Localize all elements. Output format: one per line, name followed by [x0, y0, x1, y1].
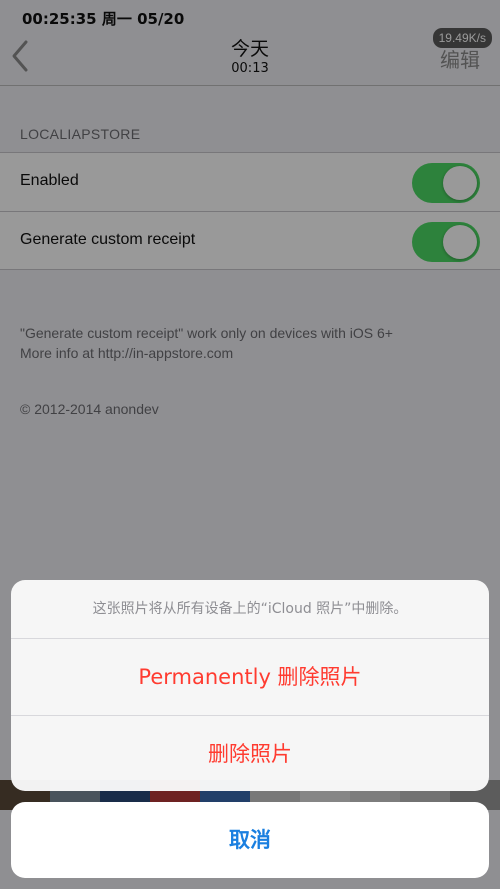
action-sheet: 这张照片将从所有设备上的“iCloud 照片”中删除。 Permanently …	[11, 580, 489, 791]
action-sheet-message: 这张照片将从所有设备上的“iCloud 照片”中删除。	[11, 580, 489, 639]
delete-photo-button[interactable]: 删除照片	[11, 715, 489, 791]
permanently-delete-photo-button[interactable]: Permanently 删除照片	[11, 639, 489, 715]
cancel-button[interactable]: 取消	[11, 802, 489, 878]
